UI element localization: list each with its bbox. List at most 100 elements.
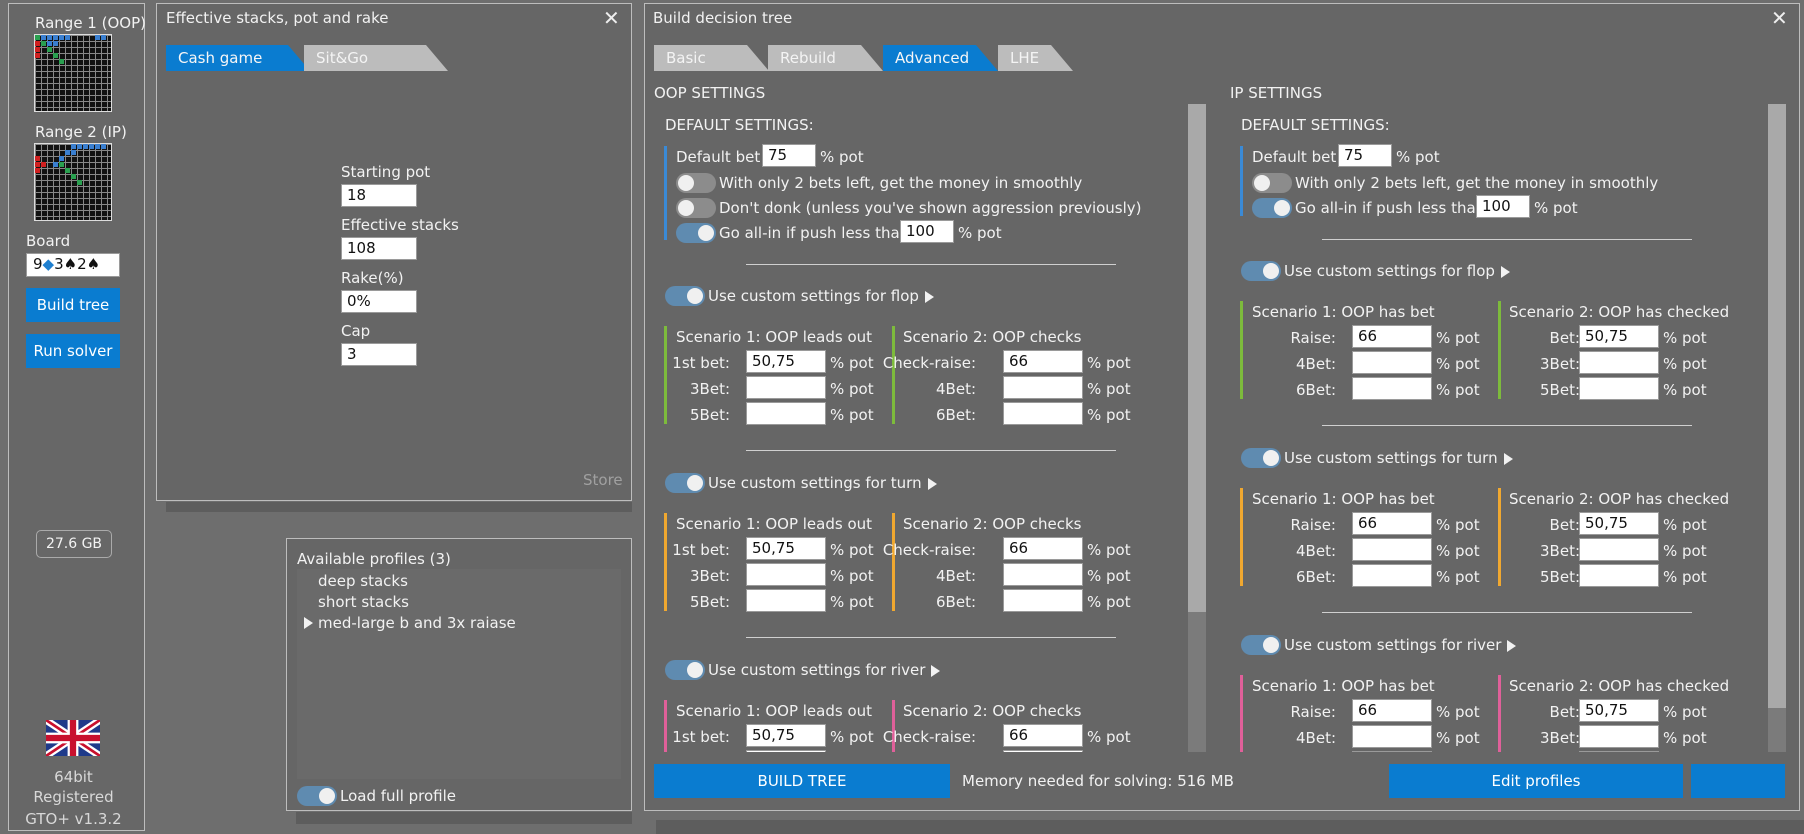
tab-cash-game[interactable]: Cash game [166,45,310,71]
oop-flop-s2-row3-input[interactable] [1003,402,1083,425]
oop-turn-s1-row1-input[interactable]: 50,75 [746,537,826,560]
profile-item-short-stacks[interactable]: short stacks [318,593,409,611]
ip-turn-s1-row2-input[interactable] [1352,538,1432,561]
ip-flop-s2-row2-label: 3Bet: [1540,355,1580,373]
board-input[interactable]: 9◆3♠2♠ [26,253,120,277]
oop-flop-s1-row3-input[interactable] [746,402,826,425]
pot-unit: % pot [1087,728,1131,746]
oop-allin-toggle[interactable] [676,223,716,243]
oop-turn-s1-row1-label: 1st bet: [672,541,730,559]
oop-turn-s2-row1-input[interactable]: 66 [1003,537,1083,560]
ip-river-s2-title: Scenario 2: OOP has checked [1509,677,1730,695]
build-tree-button[interactable]: Build tree [26,288,120,322]
pot-unit: % pot [1436,329,1480,347]
ip-turn-s2-row2-input[interactable] [1579,538,1659,561]
board-card-rank: 9 [33,255,43,273]
range1-grid[interactable] [34,34,112,112]
build-tree-main-button[interactable]: BUILD TREE [654,764,950,798]
oop-default-title: DEFAULT SETTINGS: [665,116,814,134]
oop-default-bar [664,146,667,240]
oop-turn-s1-row2-input[interactable] [746,563,826,586]
range2-grid[interactable] [34,143,112,221]
ip-river-s2-row2-input[interactable] [1579,725,1659,748]
ip-allin-label: Go all-in if push less than [1295,199,1486,217]
oop-donk-toggle[interactable] [676,198,716,218]
ip-smooth-label: With only 2 bets left, get the money in … [1295,174,1659,192]
oop-default-bet-input[interactable]: 75 [762,144,816,167]
expand-arrow-icon [927,477,937,490]
oop-river-s1-row2-input[interactable] [746,750,826,752]
ip-allin-toggle[interactable] [1252,198,1292,218]
ip-flop-toggle[interactable] [1241,261,1281,281]
ip-allin-input[interactable]: 100 [1476,195,1530,218]
cap-input[interactable]: 3 [341,343,417,366]
ip-flop-s1-row3-input[interactable] [1352,377,1432,400]
ip-flop-s2-title: Scenario 2: OOP has checked [1509,303,1730,321]
load-full-profile-toggle[interactable] [297,786,337,806]
ip-flop-s2-row1-input[interactable]: 50,75 [1579,325,1659,348]
oop-flop-s2-row2-input[interactable] [1003,376,1083,399]
ip-river-s1-row1-label: Raise: [1290,703,1336,721]
oop-flop-toggle[interactable] [665,286,705,306]
profile-item-deep-stacks[interactable]: deep stacks [318,572,408,590]
oop-river-s2-row1-input[interactable]: 66 [1003,724,1083,747]
ip-turn-s2-row3-input[interactable] [1579,564,1659,587]
ip-turn-s2-row3-label: 5Bet: [1540,568,1580,586]
ip-flop-s1-row1-label: Raise: [1290,329,1336,347]
ip-turn-s1-row3-input[interactable] [1352,564,1432,587]
ip-river-s1-row1-input[interactable]: 66 [1352,699,1432,722]
oop-river-s1-title: Scenario 1: OOP leads out [676,702,873,720]
ip-default-bet-input[interactable]: 75 [1338,144,1392,167]
oop-river-s2-row2-input[interactable] [1003,750,1083,752]
ip-flop-s1-row1-input[interactable]: 66 [1352,325,1432,348]
ip-flop-s1-row2-input[interactable] [1352,351,1432,374]
effective-stacks-input[interactable]: 108 [341,237,417,260]
ip-default-title: DEFAULT SETTINGS: [1241,116,1390,134]
board-card-suit-icon: ♠ [63,255,78,273]
oop-allin-input[interactable]: 100 [900,220,954,243]
ip-turn-toggle[interactable] [1241,448,1281,468]
ip-river-s1-row2-input[interactable] [1352,725,1432,748]
oop-turn-s2-row1-label: Check-raise: [882,541,976,559]
ip-river-s2-row3-input[interactable] [1579,751,1659,752]
close-icon[interactable]: ✕ [1771,8,1788,28]
oop-river-s2-row1-label: Check-raise: [882,728,976,746]
ip-scrollbar[interactable] [1768,104,1786,752]
ip-settings-header: IP SETTINGS [1230,84,1323,102]
oop-flop-s1-row1-input[interactable]: 50,75 [746,350,826,373]
oop-flop-s2-row3-label: 6Bet: [936,406,976,424]
ip-river-s1-row3-input[interactable] [1352,751,1432,752]
ip-turn-s2-row1-input[interactable]: 50,75 [1579,512,1659,535]
run-solver-button[interactable]: Run solver [26,334,120,368]
close-icon[interactable]: ✕ [603,8,620,28]
extra-action-button[interactable] [1691,764,1785,798]
oop-turn-s1-row3-input[interactable] [746,589,826,612]
pot-unit: % pot [1663,729,1707,747]
oop-river-toggle[interactable] [665,660,705,680]
oop-smooth-toggle[interactable] [676,173,716,193]
oop-river-s1-row1-input[interactable]: 50,75 [746,724,826,747]
starting-pot-input[interactable]: 18 [341,184,417,207]
tab-sit-and-go[interactable]: Sit&Go [304,45,448,71]
rake-input[interactable]: 0% [341,290,417,313]
ip-flop-s2-row1-label: Bet: [1549,329,1580,347]
oop-flop-s2-row1-input[interactable]: 66 [1003,350,1083,373]
oop-flop-s1-row2-input[interactable] [746,376,826,399]
edit-profiles-button[interactable]: Edit profiles [1389,764,1683,798]
ip-turn-s1-row1-input[interactable]: 66 [1352,512,1432,535]
rake-label: Rake(%) [341,269,404,287]
ip-river-s1-row2-label: 4Bet: [1296,729,1336,747]
oop-scrollbar[interactable] [1188,104,1206,752]
ip-river-toggle[interactable] [1241,635,1281,655]
ip-flop-s2-row3-input[interactable] [1579,377,1659,400]
oop-turn-s2-row2-input[interactable] [1003,563,1083,586]
uk-flag-icon[interactable] [46,720,100,756]
store-button[interactable]: Store [583,471,623,489]
ip-smooth-toggle[interactable] [1252,173,1292,193]
oop-turn-s2-row3-input[interactable] [1003,589,1083,612]
profile-item-med-large[interactable]: med-large b and 3x raiase [318,614,516,632]
oop-turn-toggle[interactable] [665,473,705,493]
ip-flop-s2-row2-input[interactable] [1579,351,1659,374]
ip-river-s2-row1-input[interactable]: 50,75 [1579,699,1659,722]
ip-turn-s2-title: Scenario 2: OOP has checked [1509,490,1730,508]
